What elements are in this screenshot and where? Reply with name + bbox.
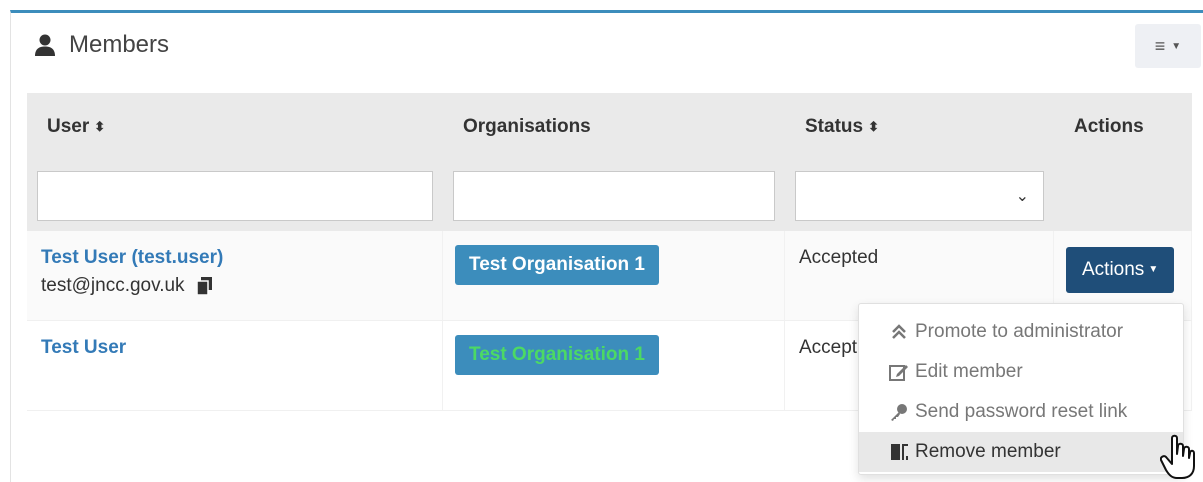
panel-header: Members ≡ ▼: [11, 13, 1203, 89]
double-chevron-up-icon: [889, 322, 909, 342]
sort-icon[interactable]: ⬍: [868, 119, 879, 135]
status-text: Accepted: [799, 247, 879, 268]
organisation-badge[interactable]: Test Organisation 1: [455, 245, 659, 285]
sort-icon[interactable]: ⬍: [94, 119, 105, 135]
user-link[interactable]: Test User (test.user): [41, 247, 428, 269]
door-exit-icon: [889, 442, 909, 462]
remove-member-item[interactable]: Remove member: [859, 432, 1183, 472]
chevron-down-icon: ⌄: [1015, 188, 1029, 205]
page-title-text: Members: [69, 31, 170, 58]
table-header: User ⬍ Organisations Status ⬍ Actions: [27, 93, 1192, 161]
edit-icon: [889, 362, 909, 382]
caret-down-icon: ▼: [1148, 264, 1159, 276]
panel-menu-button[interactable]: ≡ ▼: [1135, 24, 1201, 68]
organisation-filter-input[interactable]: [453, 171, 775, 221]
edit-member-item[interactable]: Edit member: [859, 352, 1183, 392]
user-filter-input[interactable]: [37, 171, 433, 221]
copy-icon[interactable]: [196, 277, 213, 295]
actions-dropdown-menu: Promote to administrator Edit member Sen…: [858, 303, 1184, 475]
filter-row: ⌄: [27, 161, 1192, 231]
column-header-organisations: Organisations: [463, 116, 591, 137]
status-text: Accept: [799, 337, 858, 358]
user-email: test@jncc.gov.uk: [41, 275, 185, 296]
hamburger-icon: ≡: [1154, 35, 1166, 56]
column-header-user[interactable]: User ⬍: [27, 93, 443, 161]
caret-down-icon: ▼: [1171, 40, 1182, 52]
status-filter-select[interactable]: ⌄: [795, 171, 1044, 221]
organisation-badge[interactable]: Test Organisation 1: [455, 335, 659, 375]
send-password-reset-link-item[interactable]: Send password reset link: [859, 392, 1183, 432]
key-icon: [889, 402, 909, 422]
user-link[interactable]: Test User: [41, 337, 428, 359]
column-header-actions: Actions: [1074, 116, 1144, 137]
column-header-status[interactable]: Status ⬍: [785, 93, 1054, 161]
page-title: Members: [33, 31, 169, 59]
actions-button[interactable]: Actions ▼: [1066, 247, 1175, 293]
hand-pointer-cursor-icon: [1160, 434, 1195, 479]
user-icon: [35, 34, 55, 56]
promote-to-administrator-item[interactable]: Promote to administrator: [859, 312, 1183, 352]
